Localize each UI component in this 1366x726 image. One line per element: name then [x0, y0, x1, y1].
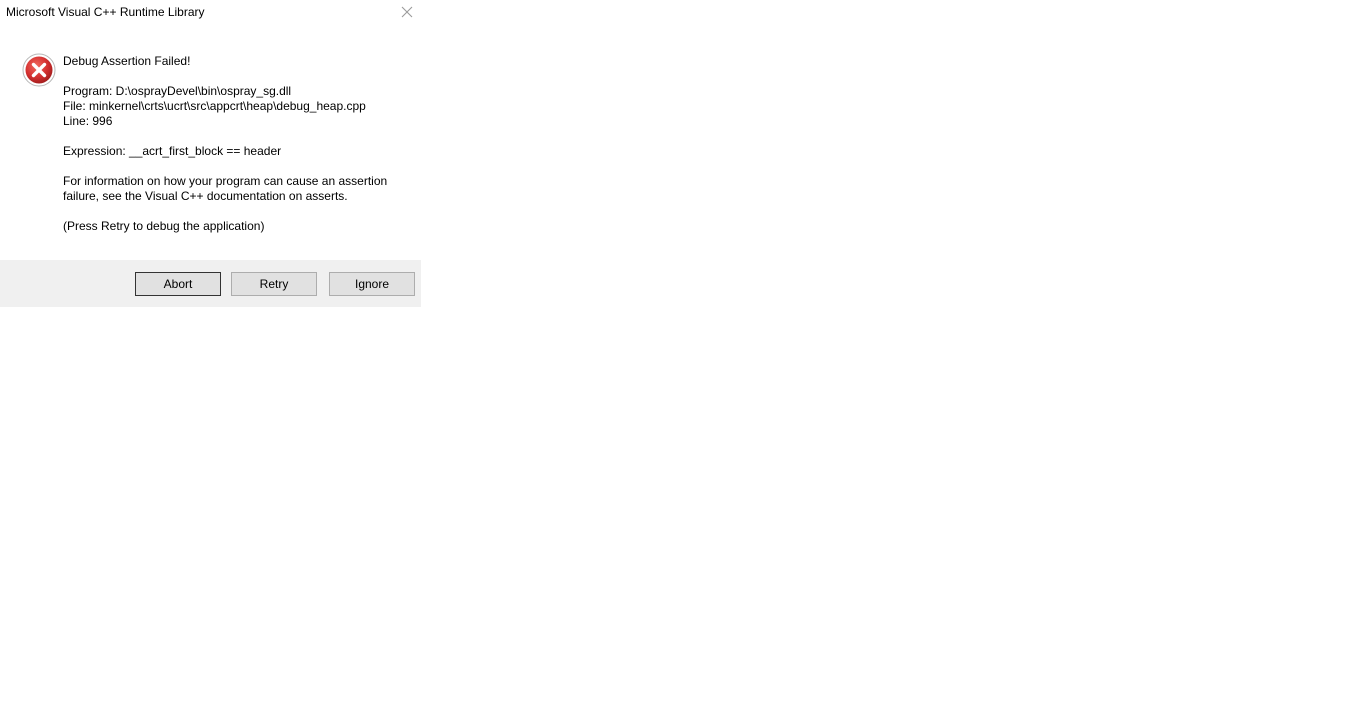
ignore-button[interactable]: Ignore [329, 272, 415, 296]
retry-hint: (Press Retry to debug the application) [63, 219, 265, 233]
info-text-line-2: failure, see the Visual C++ documentatio… [63, 189, 348, 203]
info-text-line-1: For information on how your program can … [63, 174, 388, 188]
expression-text: Expression: __acrt_first_block == header [63, 144, 282, 158]
message-body: Debug Assertion Failed! Program: D:\ospr… [63, 54, 413, 234]
dialog-title: Microsoft Visual C++ Runtime Library [6, 5, 205, 19]
message-heading: Debug Assertion Failed! [63, 54, 191, 68]
file-path: File: minkernel\crts\ucrt\src\appcrt\hea… [63, 99, 366, 113]
assertion-dialog: Microsoft Visual C++ Runtime Library Deb… [0, 0, 421, 307]
close-icon[interactable] [398, 3, 416, 21]
program-path: Program: D:\osprayDevel\bin\ospray_sg.dl… [63, 84, 292, 98]
abort-button[interactable]: Abort [135, 272, 221, 296]
error-icon [22, 53, 56, 87]
button-bar: Abort Retry Ignore [0, 260, 421, 307]
retry-button[interactable]: Retry [231, 272, 317, 296]
line-number: Line: 996 [63, 114, 113, 128]
